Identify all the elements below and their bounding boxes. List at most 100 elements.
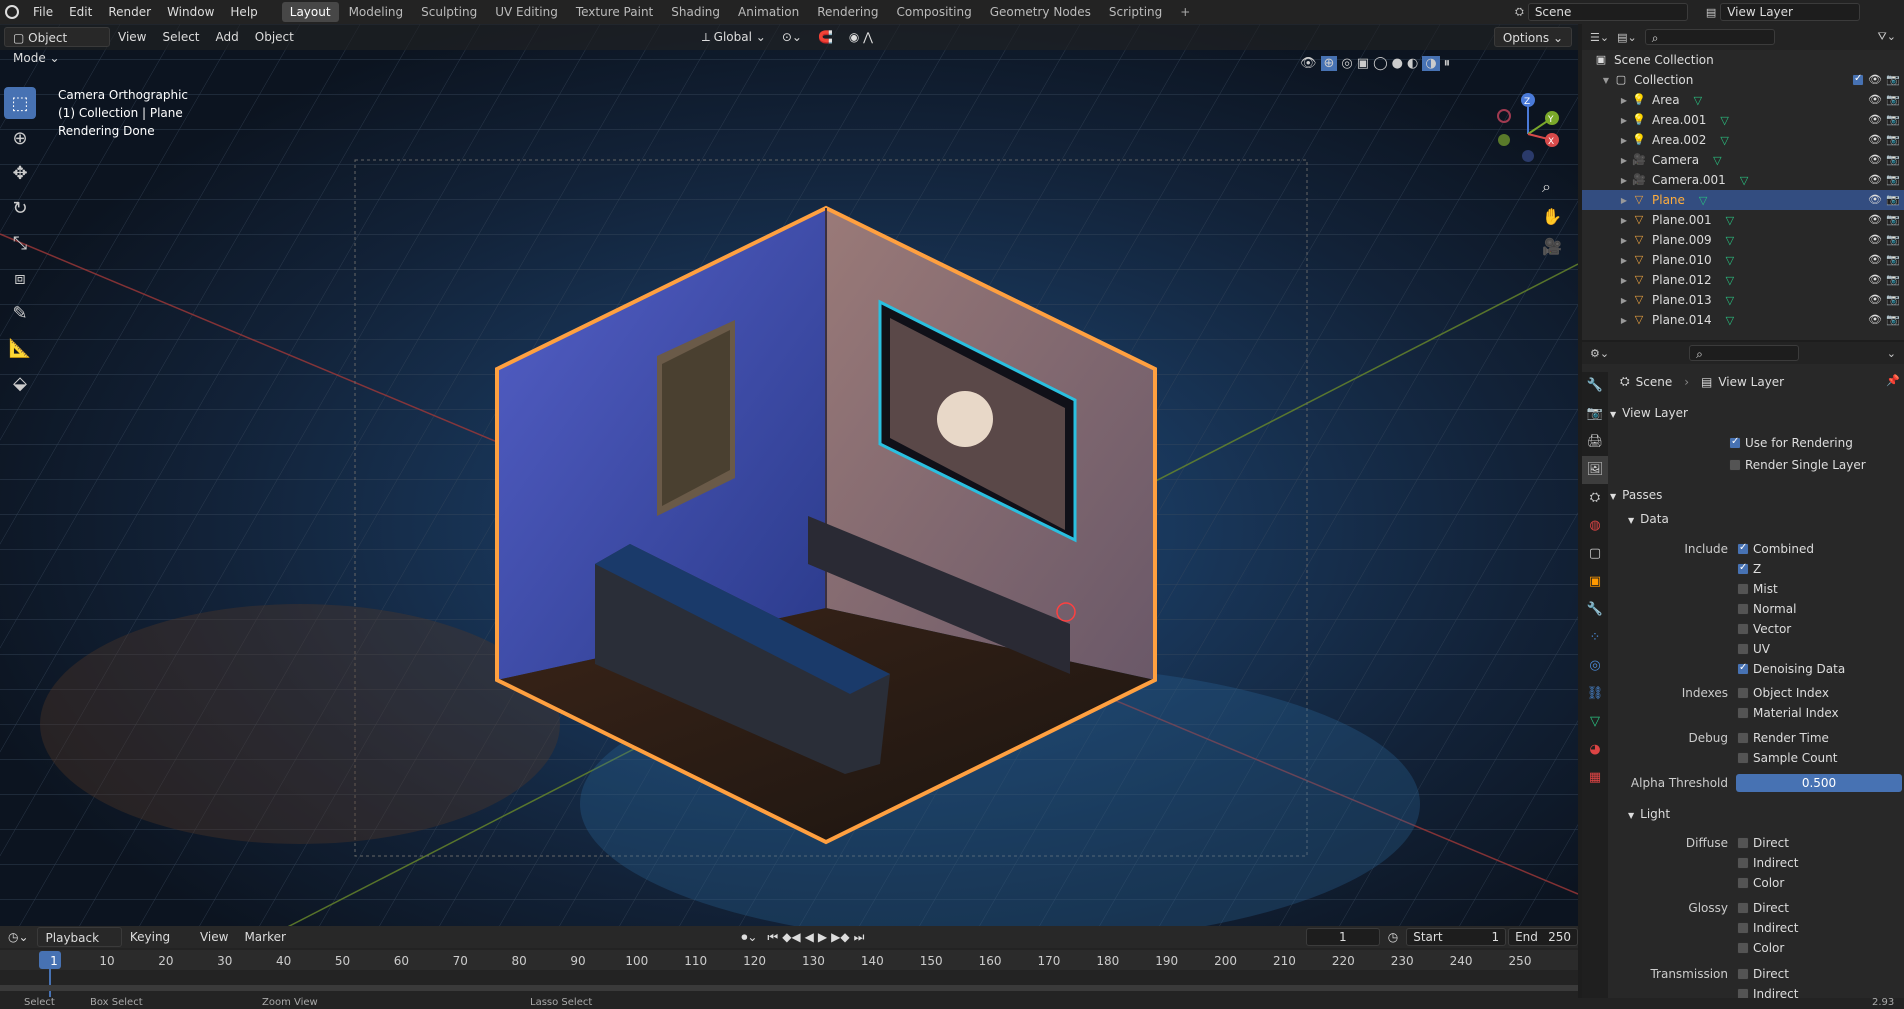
proportional-edit-icon[interactable]: ◉ ⋀	[841, 27, 881, 47]
transform-tool-icon[interactable]: ⧈	[4, 262, 36, 294]
tab-shading[interactable]: Shading	[663, 2, 728, 22]
render-camera-icon[interactable]: 📷	[1886, 93, 1900, 107]
outliner-search-input[interactable]: ⌕	[1644, 29, 1775, 45]
current-frame-field[interactable]: 1	[1305, 928, 1380, 946]
visibility-eye-icon[interactable]: 👁	[1868, 293, 1882, 307]
timeline-editor-icon[interactable]: ◷⌄	[0, 927, 37, 947]
outliner-item[interactable]: ▶ 💡 Area.002 ▽ 👁 📷	[1582, 130, 1904, 150]
render-camera-icon[interactable]: 📷	[1886, 113, 1900, 127]
timeline-view-menu[interactable]: View	[192, 927, 236, 947]
glossy-direct-checkbox[interactable]	[1737, 902, 1749, 914]
3d-viewport[interactable]	[0, 24, 1578, 936]
render-camera-icon[interactable]: 📷	[1886, 273, 1900, 287]
object-data-icon[interactable]: ▽	[1720, 114, 1728, 127]
visibility-icon[interactable]: 👁	[1300, 56, 1317, 71]
measure-tool-icon[interactable]: 📐	[4, 332, 36, 364]
object-data-icon[interactable]: ▽	[1726, 294, 1734, 307]
move-tool-icon[interactable]: ✥	[4, 157, 36, 189]
z-pass-checkbox[interactable]	[1737, 562, 1749, 575]
outliner-item[interactable]: ▶ 🎥 Camera.001 ▽ 👁 📷	[1582, 170, 1904, 190]
select-box-tool-icon[interactable]: ⬚	[4, 87, 36, 119]
outliner-item[interactable]: ▶ ▽ Plane.012 ▽ 👁 📷	[1582, 270, 1904, 290]
expand-icon[interactable]: ▶	[1618, 176, 1630, 185]
section-data[interactable]: ▼ Data	[1628, 508, 1904, 530]
scene-name-field[interactable]: Scene	[1527, 3, 1688, 21]
menu-window[interactable]: Window	[159, 0, 222, 24]
transmission-direct-checkbox[interactable]	[1737, 968, 1749, 980]
world-tab-icon[interactable]: ◍	[1582, 512, 1608, 540]
collection-exclude-checkbox[interactable]	[1852, 73, 1864, 86]
properties-editor-icon[interactable]: ⚙⌄	[1590, 347, 1609, 360]
expand-icon[interactable]: ▶	[1618, 116, 1630, 125]
visibility-eye-icon[interactable]: 👁	[1868, 253, 1882, 267]
object-tab-icon[interactable]: ▣	[1582, 568, 1608, 596]
play-icon[interactable]: ▶	[816, 927, 829, 947]
tab-texture-paint[interactable]: Texture Paint	[568, 2, 661, 22]
object-data-icon[interactable]: ▽	[1726, 274, 1734, 287]
visibility-eye-icon[interactable]: 👁	[1868, 73, 1882, 87]
scene-tab-icon[interactable]: ⛭	[1582, 484, 1608, 512]
output-tab-icon[interactable]: 🖨	[1582, 428, 1608, 456]
mode-dropdown[interactable]: ▢ Object Mode ⌄	[4, 27, 110, 65]
chevron-down-icon[interactable]: ⌄	[1887, 347, 1896, 360]
tool-tab-icon[interactable]: 🔧	[1582, 372, 1608, 400]
properties-search-input[interactable]: ⌕	[1689, 345, 1800, 361]
visibility-eye-icon[interactable]: 👁	[1868, 273, 1882, 287]
render-single-layer-checkbox[interactable]	[1729, 459, 1741, 471]
add-workspace-button[interactable]: +	[1172, 2, 1198, 22]
denoising-data-checkbox[interactable]	[1737, 662, 1749, 675]
expand-icon[interactable]: ▶	[1618, 96, 1630, 105]
object-data-icon[interactable]: ▽	[1699, 194, 1707, 207]
scale-tool-icon[interactable]: ⤡	[4, 227, 36, 259]
visibility-eye-icon[interactable]: 👁	[1868, 153, 1882, 167]
visibility-eye-icon[interactable]: 👁	[1868, 313, 1882, 327]
tab-geometry-nodes[interactable]: Geometry Nodes	[982, 2, 1099, 22]
render-tab-icon[interactable]: 📷	[1582, 400, 1608, 428]
render-camera-icon[interactable]: 📷	[1886, 253, 1900, 267]
solid-shading-icon[interactable]: ●	[1392, 56, 1403, 71]
blender-logo-icon[interactable]	[5, 5, 19, 19]
menu-object[interactable]: Object	[247, 27, 302, 47]
vector-checkbox[interactable]	[1737, 623, 1749, 635]
render-time-checkbox[interactable]	[1737, 732, 1749, 744]
view-layer-field[interactable]: View Layer	[1720, 3, 1861, 21]
tab-compositing[interactable]: Compositing	[888, 2, 979, 22]
timeline-scrollbar[interactable]	[0, 985, 1578, 991]
gizmo-toggle-icon[interactable]: ⊕	[1320, 56, 1338, 71]
diffuse-color-checkbox[interactable]	[1737, 877, 1749, 889]
render-camera-icon[interactable]: 📷	[1886, 133, 1900, 147]
object-data-icon[interactable]: ▽	[1720, 134, 1728, 147]
normal-checkbox[interactable]	[1737, 603, 1749, 615]
diffuse-direct-checkbox[interactable]	[1737, 837, 1749, 849]
end-frame-field[interactable]: End 250	[1508, 928, 1579, 946]
overlay-toggle-icon[interactable]: ◎	[1341, 56, 1352, 71]
clock-icon[interactable]: ◷	[1380, 927, 1406, 947]
pin-icon[interactable]: 📌	[1886, 374, 1900, 387]
material-shading-icon[interactable]: ◐	[1407, 56, 1418, 71]
outliner-item[interactable]: ▶ ▽ Plane.010 ▽ 👁 📷	[1582, 250, 1904, 270]
tab-uv-editing[interactable]: UV Editing	[487, 2, 566, 22]
render-camera-icon[interactable]: 📷	[1886, 173, 1900, 187]
wireframe-shading-icon[interactable]: ◯	[1373, 56, 1388, 71]
collapse-icon[interactable]: ▼	[1600, 76, 1612, 85]
keying-menu[interactable]: Keying ⌄	[122, 927, 192, 964]
visibility-eye-icon[interactable]: 👁	[1868, 133, 1882, 147]
tab-layout[interactable]: Layout	[281, 2, 339, 22]
playback-menu[interactable]: Playback ⌄	[36, 927, 122, 965]
tab-animation[interactable]: Animation	[730, 2, 807, 22]
pivot-icon[interactable]: ⊙⌄	[774, 27, 810, 47]
outliner-item[interactable]: ▶ ▽ Plane.009 ▽ 👁 📷	[1582, 230, 1904, 250]
visibility-eye-icon[interactable]: 👁	[1868, 173, 1882, 187]
options-dropdown[interactable]: Options ⌄	[1493, 27, 1572, 47]
render-camera-icon[interactable]: 📷	[1886, 213, 1900, 227]
tab-scripting[interactable]: Scripting	[1101, 2, 1170, 22]
start-frame-field[interactable]: Start 1	[1406, 928, 1507, 946]
expand-icon[interactable]: ▶	[1618, 316, 1630, 325]
zoom-icon[interactable]: ⌕	[1542, 172, 1562, 202]
menu-add[interactable]: Add	[208, 27, 247, 47]
visibility-eye-icon[interactable]: 👁	[1868, 213, 1882, 227]
uv-checkbox[interactable]	[1737, 643, 1749, 655]
outliner-item[interactable]: ▶ ▽ Plane.013 ▽ 👁 📷	[1582, 290, 1904, 310]
object-data-icon[interactable]: ▽	[1726, 314, 1734, 327]
menu-edit[interactable]: Edit	[61, 0, 100, 24]
